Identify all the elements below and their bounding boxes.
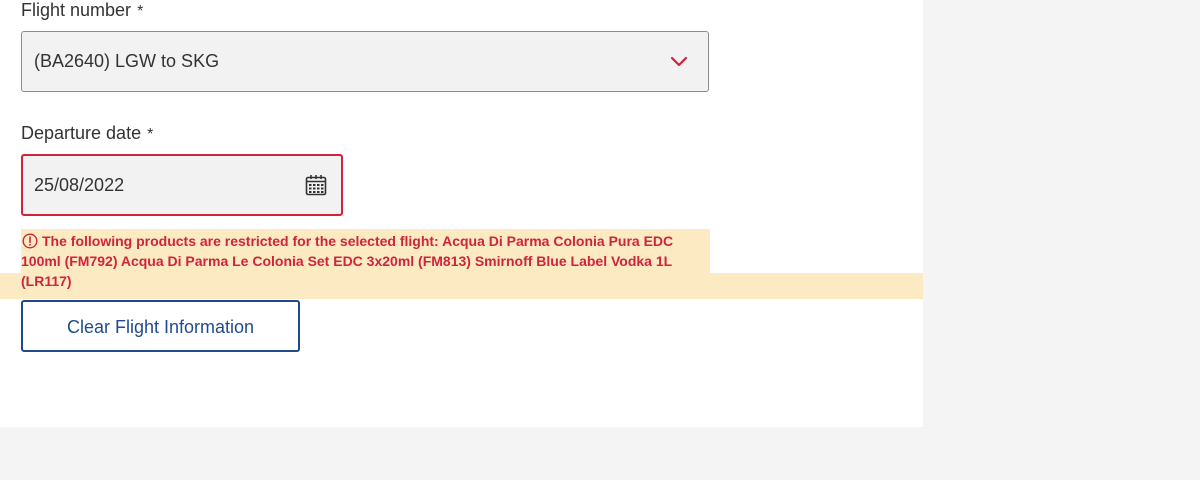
flight-details-panel: Flight number * (BA2640) LGW to SKG Depar… <box>0 0 923 427</box>
required-marker: * <box>147 126 154 143</box>
departure-date-label: Departure date * <box>21 123 153 144</box>
required-marker: * <box>137 3 144 20</box>
calendar-icon[interactable] <box>305 174 327 196</box>
clear-flight-information-button[interactable]: Clear Flight Information <box>21 300 300 352</box>
flight-number-label: Flight number * <box>21 0 143 21</box>
restricted-products-error: The following products are restricted fo… <box>21 231 710 291</box>
chevron-down-icon <box>670 56 688 67</box>
exclamation-circle-icon <box>22 233 38 249</box>
flight-number-select[interactable]: (BA2640) LGW to SKG <box>21 31 709 92</box>
departure-date-label-text: Departure date <box>21 123 142 143</box>
flight-number-label-text: Flight number <box>21 0 132 20</box>
departure-date-input[interactable]: 25/08/2022 <box>21 154 343 216</box>
error-message-text: The following products are restricted fo… <box>21 233 674 289</box>
departure-date-value: 25/08/2022 <box>34 175 125 195</box>
flight-number-selected-value: (BA2640) LGW to SKG <box>34 51 220 71</box>
